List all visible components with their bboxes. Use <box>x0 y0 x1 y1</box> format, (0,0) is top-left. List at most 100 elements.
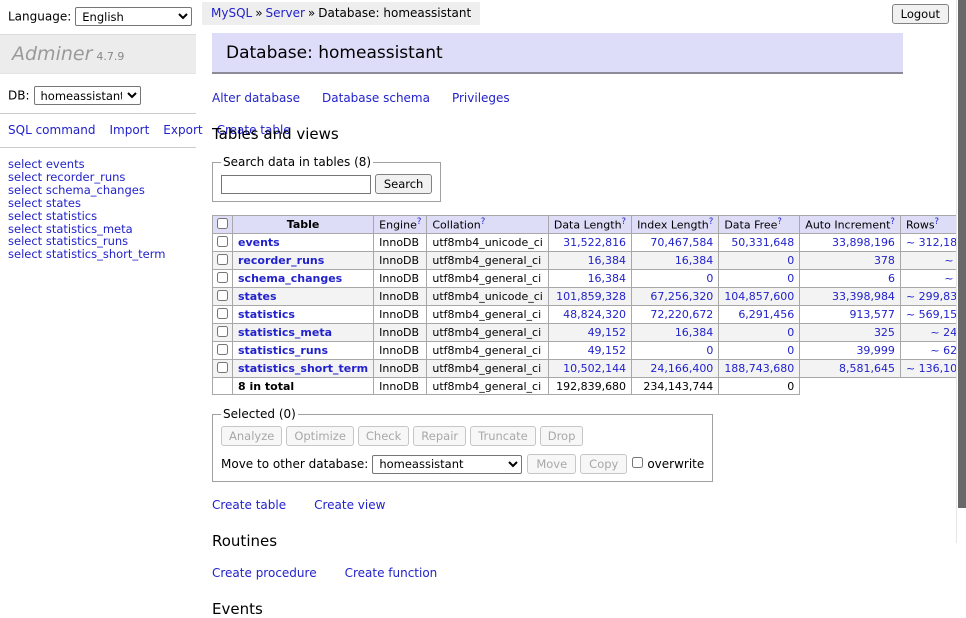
index-length-link[interactable]: 16,384 <box>675 254 714 267</box>
row-checkbox[interactable] <box>217 272 228 283</box>
table-name-link[interactable]: statistics_short_term <box>238 362 368 375</box>
create-link-0[interactable]: Create table <box>212 498 286 512</box>
index-length-link[interactable]: 70,467,584 <box>650 236 713 249</box>
data-free-link[interactable]: 0 <box>787 344 794 357</box>
help-icon[interactable]: ? <box>622 217 627 227</box>
index-length-link[interactable]: 0 <box>706 272 713 285</box>
index-length-link[interactable]: 67,256,320 <box>650 290 713 303</box>
routine-link-1[interactable]: Create function <box>345 566 438 580</box>
help-icon[interactable]: ? <box>481 217 486 227</box>
row-checkbox[interactable] <box>217 326 228 337</box>
table-name-link[interactable]: events <box>238 236 280 249</box>
sidebar-table-links: select eventsselect recorder_runsselect … <box>0 148 196 271</box>
sidebar-link-1[interactable]: Import <box>109 123 149 137</box>
total-label: 8 in total <box>233 378 374 395</box>
auto-increment-link[interactable]: 913,577 <box>849 308 895 321</box>
auto-increment-link[interactable]: 6 <box>888 272 895 285</box>
help-icon[interactable]: ? <box>935 217 940 227</box>
data-length-link[interactable]: 49,152 <box>588 326 627 339</box>
data-length-link[interactable]: 101,859,328 <box>556 290 626 303</box>
table-name-link[interactable]: schema_changes <box>238 272 342 285</box>
table-name-link[interactable]: statistics <box>238 308 295 321</box>
table-name-link[interactable]: statistics_meta <box>238 326 332 339</box>
breadcrumb-link[interactable]: Server <box>266 6 305 20</box>
help-icon[interactable]: ? <box>777 217 782 227</box>
index-length-link[interactable]: 24,166,400 <box>650 362 713 375</box>
database-link-2[interactable]: Privileges <box>452 91 510 105</box>
data-free-link[interactable]: 0 <box>787 272 794 285</box>
auto-increment-link[interactable]: 33,398,984 <box>832 290 895 303</box>
table-name-link[interactable]: statistics_runs <box>238 344 328 357</box>
create-link-1[interactable]: Create view <box>314 498 385 512</box>
data-free-link[interactable]: 50,331,648 <box>731 236 794 249</box>
search-legend: Search data in tables (8) <box>221 155 373 169</box>
data-free-link[interactable]: 0 <box>787 254 794 267</box>
column-header: Collation? <box>427 216 548 234</box>
data-length-link[interactable]: 16,384 <box>588 254 627 267</box>
row-checkbox[interactable] <box>217 308 228 319</box>
sidebar-link-0[interactable]: SQL command <box>8 123 95 137</box>
language-select[interactable]: English <box>75 7 192 26</box>
help-icon[interactable]: ? <box>709 217 714 227</box>
search-input[interactable] <box>221 175 371 194</box>
column-header: Index Length? <box>632 216 719 234</box>
row-checkbox[interactable] <box>217 290 228 301</box>
db-select[interactable]: homeassistant <box>34 86 141 105</box>
breadcrumb-link[interactable]: MySQL <box>211 6 252 20</box>
auto-increment-link[interactable]: 8,581,645 <box>839 362 895 375</box>
auto-increment-link[interactable]: 325 <box>874 326 895 339</box>
sidebar-table-link-1[interactable]: select recorder_runs <box>8 171 188 184</box>
overwrite-label[interactable]: overwrite <box>647 457 704 471</box>
move-db-select[interactable]: homeassistant <box>372 455 522 474</box>
column-header: Table <box>233 216 374 234</box>
database-link-0[interactable]: Alter database <box>212 91 300 105</box>
total-row: 8 in totalInnoDButf8mb4_general_ci192,83… <box>213 378 966 395</box>
breadcrumb-current: Database: homeassistant <box>318 6 471 20</box>
selected-legend: Selected (0) <box>221 407 298 421</box>
row-checkbox[interactable] <box>217 254 228 265</box>
table-name-link[interactable]: states <box>238 290 277 303</box>
sidebar-link-2[interactable]: Export <box>163 123 202 137</box>
help-icon[interactable]: ? <box>417 217 422 227</box>
collation-cell: utf8mb4_general_ci <box>427 252 548 270</box>
scrollbar-track[interactable] <box>956 0 966 543</box>
engine-cell: InnoDB <box>374 270 427 288</box>
data-free-link[interactable]: 6,291,456 <box>738 308 794 321</box>
index-length-link[interactable]: 16,384 <box>675 326 714 339</box>
index-length-link[interactable]: 0 <box>706 344 713 357</box>
database-link-1[interactable]: Database schema <box>322 91 430 105</box>
data-free-link[interactable]: 104,857,600 <box>724 290 794 303</box>
app-title[interactable]: Adminer <box>12 43 92 65</box>
scrollbar-thumb[interactable] <box>958 0 966 508</box>
sidebar-table-link-2[interactable]: select schema_changes <box>8 184 188 197</box>
data-length-link[interactable]: 16,384 <box>588 272 627 285</box>
data-length-link[interactable]: 10,502,144 <box>563 362 626 375</box>
overwrite-checkbox[interactable] <box>632 457 643 468</box>
move-label: Move to other database: <box>221 457 368 471</box>
search-button[interactable]: Search <box>375 174 433 194</box>
help-icon[interactable]: ? <box>890 217 895 227</box>
sidebar-table-link-3[interactable]: select states <box>8 197 188 210</box>
sidebar-table-link-0[interactable]: select events <box>8 158 188 171</box>
select-all-checkbox[interactable] <box>217 218 228 229</box>
row-checkbox[interactable] <box>217 344 228 355</box>
sidebar-table-link-7[interactable]: select statistics_short_term <box>8 248 188 261</box>
data-length-link[interactable]: 48,824,320 <box>563 308 626 321</box>
table-row: statisticsInnoDButf8mb4_general_ci48,824… <box>213 306 966 324</box>
row-checkbox[interactable] <box>217 362 228 373</box>
table-name-link[interactable]: recorder_runs <box>238 254 324 267</box>
row-checkbox[interactable] <box>217 236 228 247</box>
sidebar-table-link-4[interactable]: select statistics <box>8 210 188 223</box>
data-length-link[interactable]: 31,522,816 <box>563 236 626 249</box>
logout-button[interactable]: Logout <box>892 4 949 24</box>
auto-increment-link[interactable]: 39,999 <box>856 344 895 357</box>
auto-increment-link[interactable]: 378 <box>874 254 895 267</box>
language-label: Language: <box>8 10 71 24</box>
table-row: schema_changesInnoDButf8mb4_general_ci16… <box>213 270 966 288</box>
index-length-link[interactable]: 72,220,672 <box>650 308 713 321</box>
data-length-link[interactable]: 49,152 <box>588 344 627 357</box>
data-free-link[interactable]: 0 <box>787 326 794 339</box>
routine-link-0[interactable]: Create procedure <box>212 566 317 580</box>
data-free-link[interactable]: 188,743,680 <box>724 362 794 375</box>
auto-increment-link[interactable]: 33,898,196 <box>832 236 895 249</box>
